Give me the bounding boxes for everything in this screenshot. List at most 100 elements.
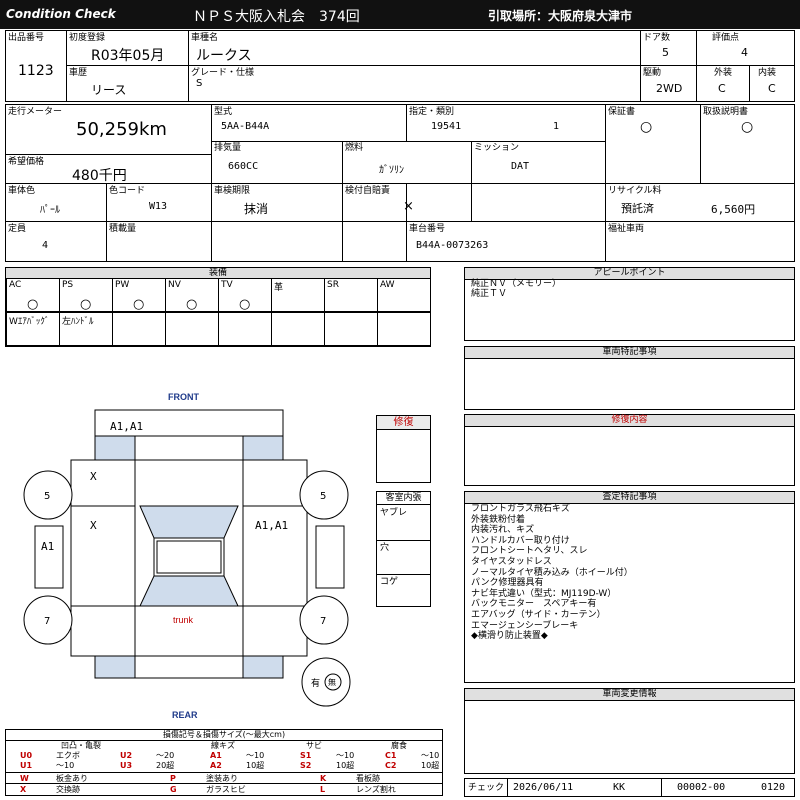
first-reg-value: R03年05月 xyxy=(91,48,165,64)
left-sill xyxy=(34,525,64,589)
legend-text: 板金あり xyxy=(56,774,88,783)
recycle-label: リサイクル料 xyxy=(608,186,662,196)
fuel-label: 燃料 xyxy=(345,143,364,153)
mark-front-bumper: A1,A1 xyxy=(110,420,143,433)
right-fender xyxy=(242,459,308,507)
inspector-line: バックモニター スペアキー有 xyxy=(471,599,597,610)
insurance-label: 検付自賠責 xyxy=(345,186,391,196)
equipment-cell: AW xyxy=(377,278,431,312)
color-label: 車体色 xyxy=(8,186,36,196)
equipment-cell: AC ○ xyxy=(6,278,60,312)
inspector-code: KK xyxy=(613,782,626,793)
equipment-code: AC xyxy=(9,280,22,290)
type-label: 型式 xyxy=(214,107,233,117)
designation-value-2: 1 xyxy=(553,121,560,132)
inspector-line: タイヤスタッドレス xyxy=(471,556,552,567)
mark-left-sill: A1 xyxy=(41,540,54,553)
cabin-title: 客室内張 xyxy=(377,492,430,505)
front-left-corner xyxy=(94,435,136,461)
legend-text: 〜10 xyxy=(246,751,265,760)
color-code-value: W13 xyxy=(149,201,168,212)
designation-label: 指定・類別 xyxy=(409,107,455,117)
inspection-label: 車検期限 xyxy=(214,186,251,196)
welfare-label: 福祉車両 xyxy=(608,224,645,234)
grade-value: S xyxy=(196,78,203,89)
windshield xyxy=(139,505,239,539)
legend-text: 10超 xyxy=(421,761,440,770)
inspector-line: ノーマルタイヤ積み込み（ホイール付） xyxy=(471,567,633,578)
warranty-value: ○ xyxy=(640,119,653,135)
doors-value: 5 xyxy=(662,46,669,59)
price-label: 希望価格 xyxy=(8,157,45,167)
legend-code: P xyxy=(170,774,176,783)
legend-code: A2 xyxy=(210,761,222,770)
history-label: 車歴 xyxy=(69,68,88,78)
legend-title: 損傷記号＆損傷サイズ(〜最大cm) xyxy=(162,730,286,739)
displacement-label: 排気量 xyxy=(214,143,242,153)
equipment-cell: NV ○ xyxy=(165,278,219,312)
equipment-code: 左ﾊﾝﾄﾞﾙ xyxy=(62,317,94,327)
equipment-code: Wｴｱﾊﾞｯｸﾞ xyxy=(9,317,50,327)
exterior-value: C xyxy=(718,82,726,95)
inspector-line: エアバッグ（サイド・カーテン） xyxy=(471,609,606,620)
left-fender xyxy=(70,459,136,507)
equipment-cell xyxy=(112,312,166,346)
equipment-cell: SR xyxy=(324,278,378,312)
legend-panel: 損傷記号＆損傷サイズ(〜最大cm) 凹凸・亀裂 線キズ サビ 腐食 U0 エクボ U… xyxy=(5,729,443,796)
designation-value-1: 19541 xyxy=(431,121,462,132)
spare-yes: 有 xyxy=(311,677,320,689)
equipment-cell xyxy=(324,312,378,346)
special-panel: 車両特記事項 xyxy=(464,346,795,410)
header-right: 引取場所：大阪府泉大津市 xyxy=(488,9,633,23)
equipment-cell xyxy=(218,312,272,346)
hood-front xyxy=(134,435,244,461)
equipment-code: NV xyxy=(168,280,181,290)
manual-label: 取扱説明書 xyxy=(703,107,749,117)
equipment-cell xyxy=(271,312,325,346)
front-label: FRONT xyxy=(168,392,199,402)
legend-code: C1 xyxy=(385,751,397,760)
change-panel: 車両変更情報 xyxy=(464,688,795,774)
legend-head: 線キズ xyxy=(211,741,235,750)
grade-label: グレード・仕様 xyxy=(191,68,255,78)
footer-number: 0120 xyxy=(761,782,786,793)
header-bar: Condition Check ＮＰＳ大阪入札会 374回 引取場所：大阪府泉大… xyxy=(0,0,800,29)
rear-label: REAR xyxy=(172,710,198,720)
equipment-code: AW xyxy=(380,280,395,290)
drive-value: 2WD xyxy=(656,82,683,95)
equipment-mark: ○ xyxy=(186,297,198,312)
transmission-value: DAT xyxy=(511,161,530,172)
doors-label: ドア数 xyxy=(643,33,671,43)
repair-content-panel: 修復内容 xyxy=(464,414,795,486)
equipment-mark: ○ xyxy=(239,297,251,312)
equipment-cell xyxy=(377,312,431,346)
inspector-line: パンク修理器具有 xyxy=(471,578,544,589)
roof-inner xyxy=(156,540,222,574)
rear-right-corner xyxy=(242,655,284,679)
right-sill xyxy=(315,525,345,589)
equipment-cell: PW ○ xyxy=(112,278,166,312)
type-value: 5AA-B44A xyxy=(221,121,270,132)
mark-left-rear: X xyxy=(90,519,97,532)
legend-code: L xyxy=(320,785,326,794)
inspector-line: ◆横滑り防止装置◆ xyxy=(471,631,548,642)
fuel-value: ｶﾞｿﾘﾝ xyxy=(379,165,404,176)
inspector-line: 外装鉄粉付着 xyxy=(471,514,526,525)
displacement-value: 660CC xyxy=(228,161,259,172)
tire-rr-value: 7 xyxy=(320,616,326,627)
legend-code: G xyxy=(170,785,177,794)
legend-text: 20超 xyxy=(156,761,175,770)
legend-text: 塗装あり xyxy=(206,774,238,783)
price-value: 480千円 xyxy=(72,168,127,184)
lot-value: 1123 xyxy=(18,63,54,79)
color-value: ﾊﾟｰﾙ xyxy=(40,205,60,216)
equipment-code: PS xyxy=(62,280,74,290)
load-label: 積載量 xyxy=(109,224,137,234)
footer-code: 00002-00 xyxy=(677,782,726,793)
legend-text: 〜10 xyxy=(336,751,355,760)
equipment-mark: ○ xyxy=(27,297,39,312)
model-label: 車種名 xyxy=(191,33,219,43)
rear-left-corner xyxy=(94,655,136,679)
inspector-line: ナビ年式違い（型式：MJ119D-W） xyxy=(471,588,617,599)
left-quarter xyxy=(70,605,136,657)
